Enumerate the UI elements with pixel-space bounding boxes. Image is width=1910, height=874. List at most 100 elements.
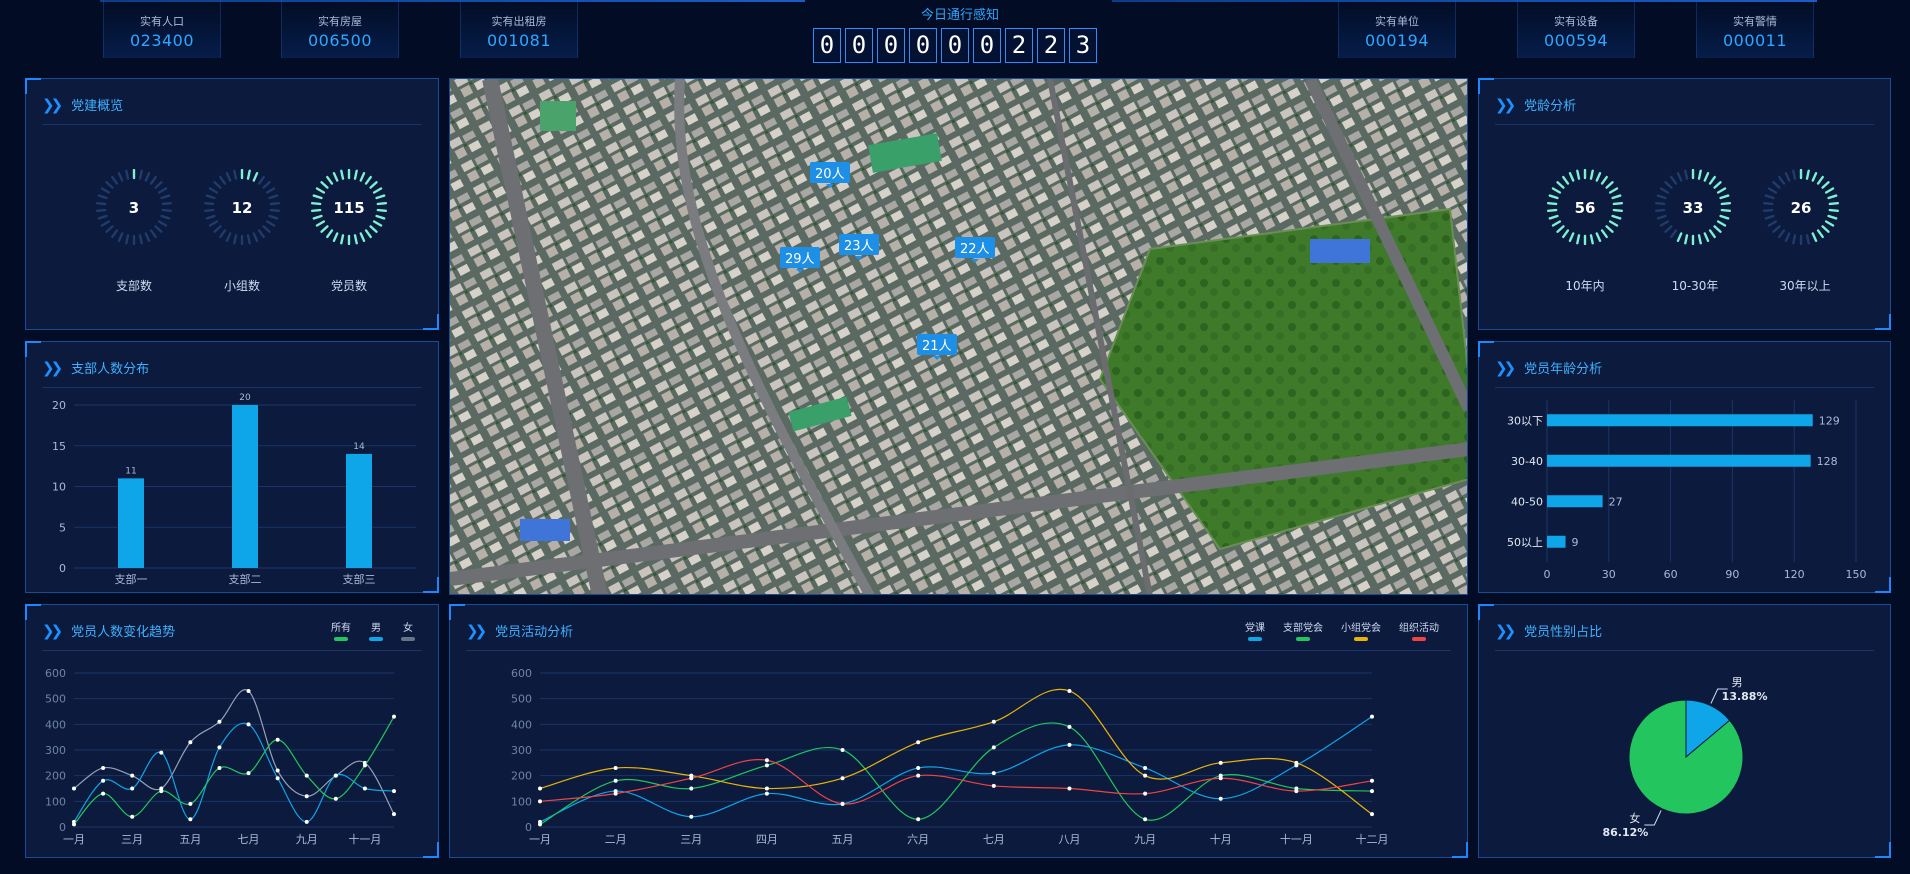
tick-label: 0 <box>59 562 66 575</box>
legend-swatch <box>1412 637 1426 641</box>
gauge-tick <box>1576 234 1581 245</box>
legend-item-org-activity[interactable]: 组织活动 <box>1399 619 1439 641</box>
gauge-tick <box>149 229 157 239</box>
gauge-tick <box>1716 220 1727 227</box>
stat-value: 000011 <box>1722 31 1788 50</box>
data-point <box>764 763 769 768</box>
gauge-tick <box>1816 175 1824 185</box>
tick-label: 三月 <box>121 833 143 846</box>
data-point <box>840 748 845 752</box>
panel-tenure: ❯❯ 党龄分析 56 10年内 33 10-30年 26 30年以上 <box>1478 78 1891 330</box>
gauge-tick <box>208 187 219 194</box>
legend-item-female[interactable]: 女 <box>401 619 415 641</box>
stat-houses: 实有房屋 006500 <box>281 0 399 58</box>
legend-swatch <box>334 637 348 641</box>
panel-header: ❯❯ 党员年龄分析 <box>1495 358 1602 378</box>
gauge-tick <box>219 175 227 185</box>
gauge-tick <box>105 181 114 189</box>
data-point <box>246 771 251 776</box>
map-pin[interactable]: 23人 <box>839 234 879 260</box>
legend-item-branch-meeting[interactable]: 支部党会 <box>1283 619 1323 641</box>
age-hbar-chart: 0 30 60 90 120 150 30以下 129 30-40 128 40-50 27 50以上 9 <box>1507 400 1867 581</box>
gauge-tick <box>233 234 238 245</box>
counter-digit: 2 <box>1005 28 1033 63</box>
data-point <box>101 765 106 770</box>
map-pin[interactable]: 20人 <box>810 162 850 188</box>
gauge-tick <box>1824 187 1835 194</box>
gauge-tick <box>160 194 171 200</box>
stat-label: 实有警情 <box>1733 15 1777 28</box>
legend-item-all[interactable]: 所有 <box>331 619 351 641</box>
activity-legend: 党课 支部党会 小组党会 组织活动 <box>1245 619 1439 641</box>
map-pin[interactable]: 21人 <box>917 334 957 360</box>
trend-legend: 所有 男 女 <box>331 619 415 641</box>
data-point <box>1067 786 1072 791</box>
data-point <box>304 773 309 778</box>
category-label: 50以上 <box>1507 536 1543 549</box>
gauge-tick <box>372 220 383 227</box>
gauge-tick <box>1784 232 1791 243</box>
legend-item-male[interactable]: 男 <box>369 619 383 641</box>
tick-label: 四月 <box>756 833 778 846</box>
gauge-tick <box>1589 169 1594 180</box>
data-point <box>916 740 921 745</box>
gauge-tick <box>320 225 329 233</box>
data-point <box>275 737 280 742</box>
map-pin[interactable]: 29人 <box>780 247 820 273</box>
map-pin[interactable]: 22人 <box>955 237 995 263</box>
gauge-tick <box>1659 220 1670 227</box>
gauge-value: 12 <box>231 199 253 217</box>
data-point <box>188 740 193 745</box>
gauge-tick <box>1816 229 1824 239</box>
legend-item-lesson[interactable]: 党课 <box>1245 619 1265 641</box>
gauge-tick <box>1676 171 1683 182</box>
slice-label: 男 <box>1732 676 1743 689</box>
gauge-tick <box>312 194 323 200</box>
bar <box>346 453 372 568</box>
divider <box>1495 650 1874 651</box>
data-point <box>101 778 106 783</box>
data-point <box>1370 714 1374 719</box>
legend-item-group-meeting[interactable]: 小组党会 <box>1341 619 1381 641</box>
tick-label: 500 <box>511 693 532 706</box>
data-point <box>130 814 135 819</box>
data-point <box>333 796 338 801</box>
tick-label: 0 <box>1544 568 1551 581</box>
stat-value: 006500 <box>307 31 373 50</box>
gauge-tick <box>117 171 124 182</box>
gauge-tick <box>1676 232 1683 243</box>
tick-label: 六月 <box>907 833 929 846</box>
gauge-tick <box>252 232 259 243</box>
data-point <box>275 768 280 773</box>
map-view[interactable]: 20人 23人 29人 22人 21人 <box>449 78 1468 595</box>
gauge-tick <box>1772 181 1781 189</box>
gauge-tick <box>157 187 168 194</box>
gauge-tick <box>1784 171 1791 182</box>
data-point <box>1294 789 1299 794</box>
gauge-tick <box>225 232 232 243</box>
stat-value: 023400 <box>129 31 195 50</box>
gauge-tick <box>154 225 163 233</box>
tick-label: 30 <box>1602 568 1616 581</box>
gauge-tick <box>359 171 366 182</box>
data-point <box>1218 776 1223 781</box>
bar <box>1547 414 1813 427</box>
gauge-tick <box>205 194 216 200</box>
gauge-tick <box>326 229 334 239</box>
data-point <box>1370 812 1374 817</box>
tick-label: 20 <box>52 399 66 412</box>
series-line <box>73 689 395 815</box>
tick-label: 10 <box>52 481 66 494</box>
gauge-tick <box>225 171 232 182</box>
gauge-tick <box>1805 234 1810 245</box>
gauge-tick <box>1568 171 1575 182</box>
gauge-label: 小组数 <box>223 279 260 293</box>
gauge-tick <box>1703 171 1710 182</box>
gauge-tick <box>144 171 151 182</box>
gauge-tick <box>105 225 114 233</box>
stat-label: 实有单位 <box>1375 15 1419 28</box>
divider <box>466 650 1451 651</box>
counter-digit: 0 <box>941 28 969 63</box>
category-label: 40-50 <box>1511 495 1543 508</box>
gauge-tick <box>1551 187 1562 194</box>
